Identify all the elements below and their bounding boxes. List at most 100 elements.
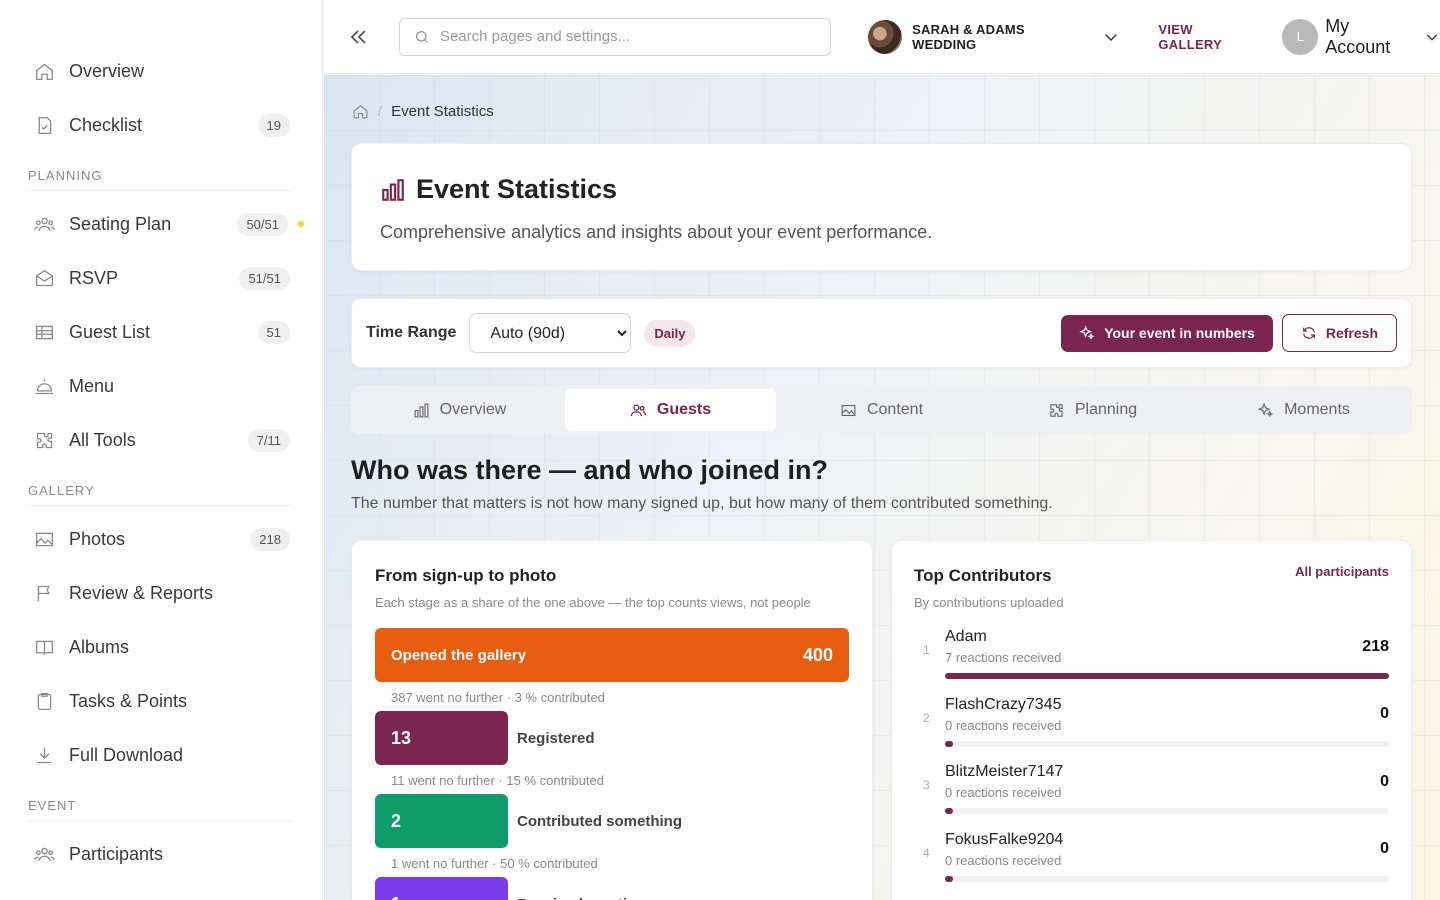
contributor-rank: 1 (923, 643, 930, 657)
topbar: SARAH & ADAMS WEDDING VIEW GALLERY L My … (324, 0, 1440, 74)
tab-content[interactable]: Content (776, 389, 987, 431)
breadcrumb: / Event Statistics (352, 103, 494, 120)
search-box[interactable] (398, 17, 832, 56)
sidebar-item-label: All Tools (69, 429, 136, 450)
sidebar-item-label: RSVP (69, 267, 119, 288)
contributor-row[interactable]: 4 FokusFalke9204 0 reactions received 0 (914, 831, 1389, 899)
event-in-numbers-button[interactable]: Your event in numbers (1061, 314, 1273, 352)
section-label-planning: PLANNING (28, 168, 294, 191)
status-dot (298, 221, 304, 227)
image-icon (33, 528, 55, 550)
people-group-icon (33, 213, 55, 235)
sidebar-item-checklist[interactable]: Checklist 19 (0, 98, 322, 152)
sidebar-item-label: Review & Reports (69, 582, 214, 603)
contributor-name: FlashCrazy7345 (945, 695, 1062, 713)
stage-label: Opened the gallery (391, 646, 527, 664)
contributor-rank: 2 (923, 710, 930, 725)
funnel-stage: 1 Received reactions (375, 877, 849, 900)
home-icon[interactable] (352, 103, 369, 120)
tab-label: Planning (1074, 401, 1138, 418)
funnel-card: From sign-up to photo Each stage as a sh… (351, 540, 873, 900)
card-title: Top Contributors (914, 566, 1052, 585)
funnel-stages: Opened the gallery 400 387 went no further… (375, 628, 849, 900)
collapse-sidebar-icon[interactable] (346, 25, 370, 49)
tab-moments[interactable]: Moments (1198, 389, 1409, 431)
contribution-bar-track (945, 808, 1389, 814)
tab-overview[interactable]: Overview (354, 389, 565, 431)
stage-value: 1 (391, 894, 401, 900)
sidebar-item-label: Tasks & Points (69, 690, 188, 711)
sidebar-item-rsvp[interactable]: RSVP 51/51 (0, 251, 322, 305)
contributor-count: 0 (1380, 772, 1389, 790)
time-range-select[interactable]: Auto (90d) (469, 313, 632, 353)
section-subtitle: The number that matters is not how many … (351, 495, 1053, 512)
page-title: Event Statistics (416, 174, 618, 204)
contributor-row[interactable]: 2 FlashCrazy7345 0 reactions received 0 (914, 696, 1389, 764)
sidebar-item-label: Full Download (69, 744, 184, 765)
count-badge: 50/51 (237, 212, 288, 236)
refresh-button[interactable]: Refresh (1281, 314, 1397, 352)
sidebar-item-participants[interactable]: Participants (0, 827, 322, 881)
sidebar-item-label: Overview (69, 60, 145, 81)
funnel-stage-bar: 2 (375, 794, 508, 848)
sidebar-item-albums[interactable]: Albums (0, 620, 322, 674)
all-participants-link[interactable]: All participants (1295, 564, 1389, 610)
sidebar-item-label: Checklist (69, 114, 143, 135)
contributor-row[interactable]: 3 BlitzMeister7147 0 reactions received 0 (914, 763, 1389, 831)
account-label: My Account (1325, 15, 1391, 57)
avatar: L (1282, 18, 1319, 55)
sidebar-item-photos[interactable]: Photos 218 (0, 512, 322, 566)
envelope-icon (33, 267, 55, 289)
cloche-icon (33, 375, 55, 397)
breadcrumb-separator: / (378, 103, 383, 120)
tab-label: Overview (439, 401, 507, 418)
sidebar-item-tasks-points[interactable]: Tasks & Points (0, 674, 322, 728)
button-label: Refresh (1325, 325, 1378, 341)
contributor-count: 0 (1380, 840, 1389, 857)
contributor-row[interactable]: 1 Adam 7 reactions received 218 (914, 628, 1389, 696)
sidebar-item-menu[interactable]: Menu (0, 359, 322, 413)
contributor-reactions: 0 reactions received (945, 717, 1062, 733)
search-input[interactable] (439, 28, 800, 45)
sidebar: Overview Checklist 19 PLANNING Seating P… (0, 0, 323, 900)
sidebar-item-review-reports[interactable]: Review & Reports (0, 566, 322, 620)
contribution-bar-track (945, 740, 1389, 747)
count-badge: 19 (257, 113, 290, 137)
stats-tabs: Overview Guests Content Planning Moments (351, 386, 1412, 434)
sparkles-icon (1079, 325, 1095, 340)
sidebar-item-label: Participants (69, 843, 164, 864)
stage-label: Contributed something (517, 812, 682, 830)
image-icon (841, 404, 856, 416)
view-gallery-link[interactable]: VIEW GALLERY (1158, 22, 1260, 52)
puzzle-icon (33, 429, 55, 451)
puzzle-icon (1050, 403, 1063, 417)
contribution-bar-track (945, 673, 1389, 679)
people-group-icon (33, 843, 55, 865)
tab-label: Content (866, 401, 924, 418)
sidebar-item-overview[interactable]: Overview (0, 44, 322, 98)
contributor-name: FokusFalke9204 (945, 830, 1064, 848)
stage-value: 13 (391, 727, 412, 748)
download-icon (33, 744, 55, 766)
sidebar-item-seating-plan[interactable]: Seating Plan 50/51 (0, 197, 322, 251)
account-menu[interactable]: L My Account (1282, 16, 1440, 58)
tab-guests[interactable]: Guests (565, 389, 776, 431)
sidebar-item-guest-list[interactable]: Guest List 51 (0, 305, 322, 359)
chevron-down-icon (1426, 34, 1438, 41)
event-name: SARAH & ADAMS WEDDING (912, 21, 1025, 52)
event-selector[interactable]: SARAH & ADAMS WEDDING (868, 19, 1120, 54)
time-range-label: Time Range (366, 324, 457, 341)
search-icon (415, 30, 428, 43)
stage-dropoff-note: 11 went no further · 15 % contributed (391, 773, 604, 788)
tab-label: Guests (656, 401, 712, 418)
card-subtitle: By contributions uploaded (914, 595, 1064, 610)
stage-label: Registered (517, 729, 595, 747)
sidebar-item-all-tools[interactable]: All Tools 7/11 (0, 413, 322, 467)
count-badge: 51 (257, 320, 290, 344)
funnel-stage: Opened the gallery 400 (375, 628, 849, 682)
contribution-bar-track (945, 875, 1389, 882)
section-label-gallery: GALLERY (28, 483, 294, 506)
tab-planning[interactable]: Planning (987, 389, 1198, 431)
contributor-name: BlitzMeister7147 (945, 763, 1064, 780)
sidebar-item-full-download[interactable]: Full Download (0, 728, 322, 782)
